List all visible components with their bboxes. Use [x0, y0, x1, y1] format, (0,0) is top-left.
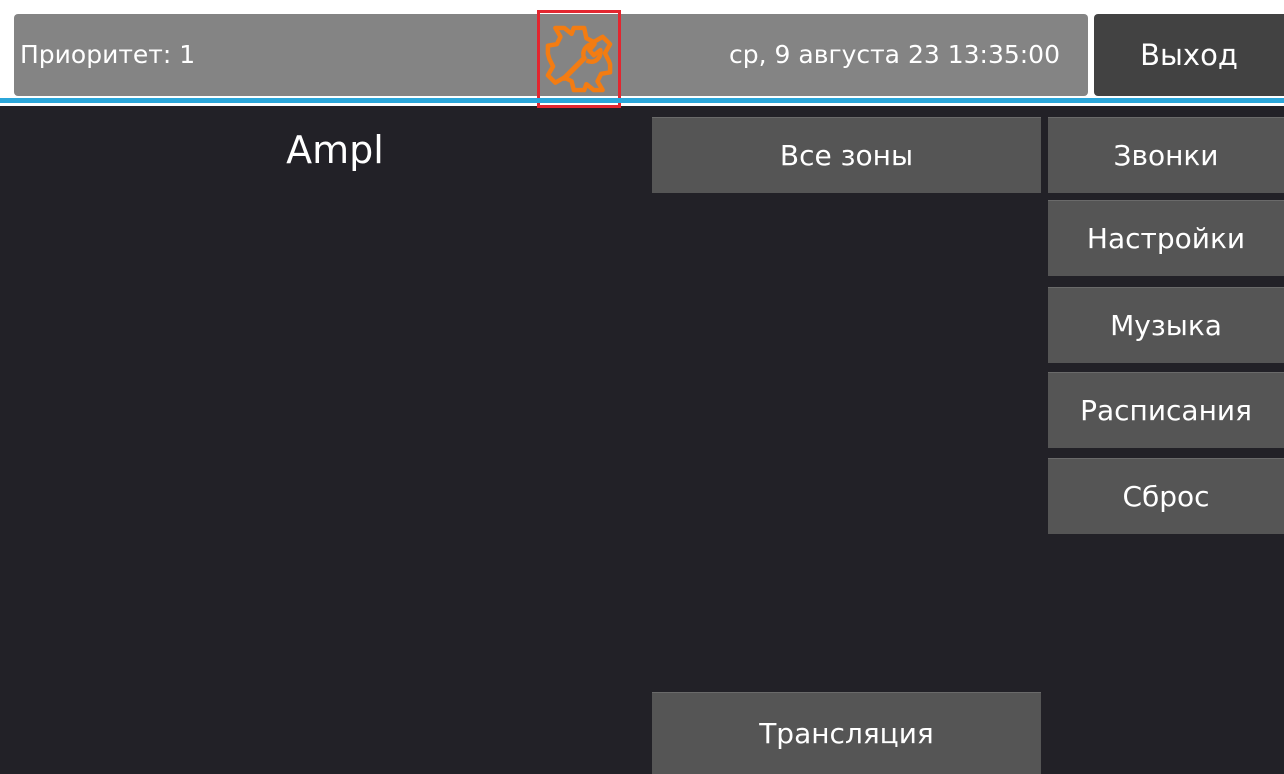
- exit-button[interactable]: Выход: [1094, 14, 1284, 96]
- settings-button[interactable]: Настройки: [1048, 200, 1284, 276]
- gear-wrench-icon: [545, 25, 613, 93]
- settings-icon-button[interactable]: [537, 10, 621, 108]
- date-time-display: ср, 9 августа 23 13:35:00: [729, 40, 1060, 69]
- header-accent-line: [0, 98, 1284, 103]
- translation-button[interactable]: Трансляция: [652, 692, 1041, 774]
- device-name: Ampl: [286, 128, 384, 172]
- touchscreen-window: Приоритет: 1 ср, 9 августа 23 13:35:00 В…: [0, 0, 1284, 774]
- calls-button[interactable]: Звонки: [1048, 117, 1284, 193]
- schedules-button[interactable]: Расписания: [1048, 372, 1284, 448]
- priority-label: Приоритет: 1: [20, 40, 196, 69]
- reset-button[interactable]: Сброс: [1048, 458, 1284, 534]
- all-zones-button[interactable]: Все зоны: [652, 117, 1041, 193]
- music-button[interactable]: Музыка: [1048, 287, 1284, 363]
- top-bar: Приоритет: 1 ср, 9 августа 23 13:35:00 В…: [0, 0, 1284, 108]
